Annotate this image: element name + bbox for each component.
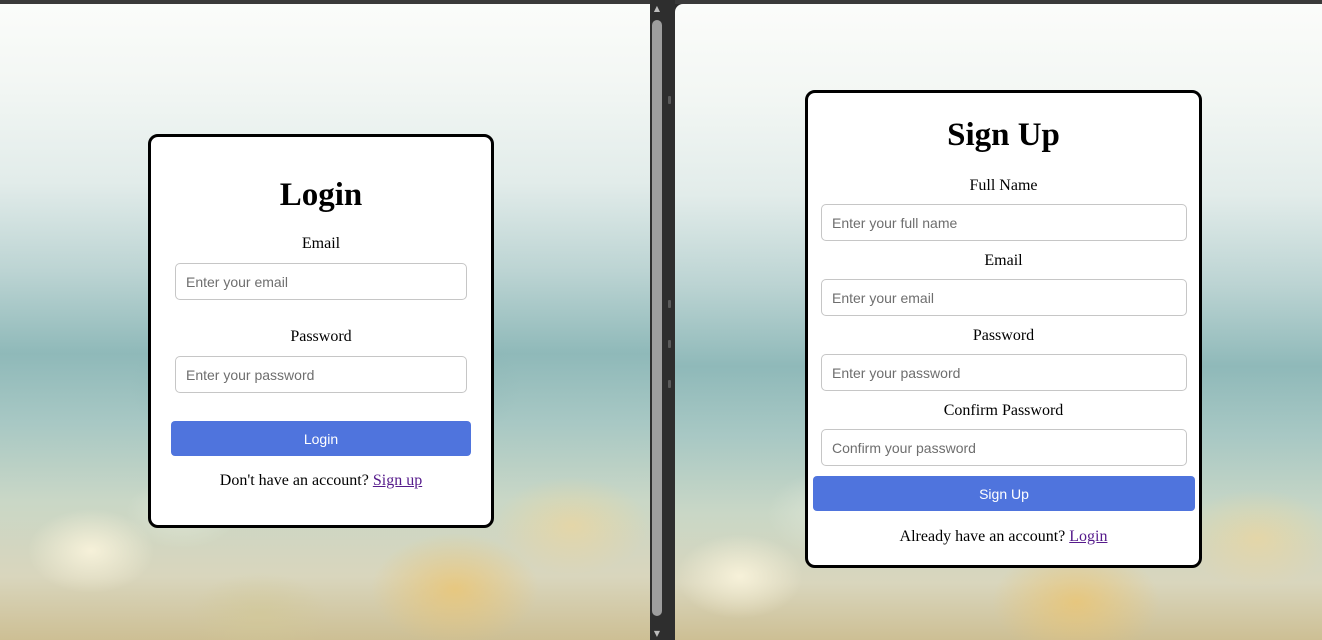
- login-email-label: Email: [301, 235, 341, 252]
- signup-email-input[interactable]: [821, 279, 1187, 316]
- login-footer: Don't have an account? Sign up: [151, 472, 491, 490]
- signup-footer: Already have an account? Login: [808, 528, 1199, 546]
- scroll-down-arrow-icon[interactable]: ▼: [652, 629, 662, 639]
- splitter-grip[interactable]: [668, 340, 671, 348]
- signup-password-label: Password: [972, 327, 1035, 344]
- login-pane: Login Email Password Login Don't have an…: [0, 4, 650, 640]
- splitter-grip[interactable]: [668, 300, 671, 308]
- login-password-input[interactable]: [175, 356, 467, 393]
- login-footer-text: Don't have an account?: [219, 472, 369, 489]
- signup-card: Sign Up Full Name Email Password Confirm…: [805, 90, 1202, 568]
- login-title: Login: [279, 177, 363, 213]
- signup-link[interactable]: Sign up: [373, 472, 422, 489]
- confirm-password-label: Confirm Password: [943, 402, 1064, 419]
- signup-pane: Sign Up Full Name Email Password Confirm…: [675, 4, 1322, 640]
- signup-password-input[interactable]: [821, 354, 1187, 391]
- splitter-grip[interactable]: [668, 96, 671, 104]
- signup-title: Sign Up: [947, 117, 1060, 153]
- signup-email-label: Email: [984, 252, 1023, 269]
- splitter-grip[interactable]: [668, 380, 671, 388]
- login-password-label: Password: [290, 328, 352, 345]
- fullname-label: Full Name: [969, 177, 1038, 194]
- signup-button[interactable]: Sign Up: [813, 476, 1195, 511]
- confirm-password-input[interactable]: [821, 429, 1187, 466]
- login-button[interactable]: Login: [171, 421, 471, 456]
- login-link[interactable]: Login: [1069, 528, 1107, 545]
- scrollbar-thumb[interactable]: [652, 20, 662, 616]
- login-card: Login Email Password Login Don't have an…: [148, 134, 494, 528]
- login-email-input[interactable]: [175, 263, 467, 300]
- fullname-input[interactable]: [821, 204, 1187, 241]
- signup-footer-text: Already have an account?: [899, 528, 1066, 545]
- scroll-up-arrow-icon[interactable]: ▲: [652, 4, 662, 14]
